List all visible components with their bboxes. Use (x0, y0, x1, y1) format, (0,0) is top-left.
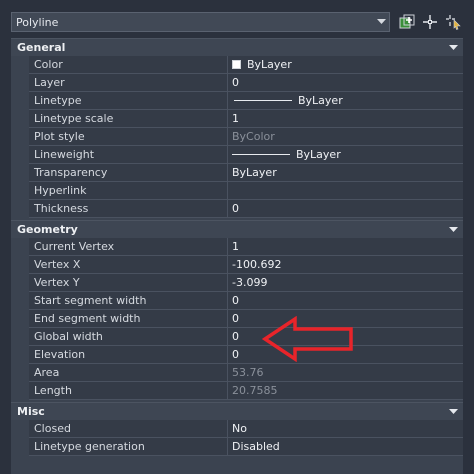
select-objects-icon[interactable] (421, 13, 439, 31)
property-row-vertex-y[interactable]: Vertex Y -3.099 (11, 274, 463, 292)
property-row-color[interactable]: Color ByLayer (11, 56, 463, 74)
annotation-arrow-icon (262, 316, 353, 362)
property-value[interactable]: 1 (228, 110, 463, 128)
property-row-linetype[interactable]: Linetype ByLayer (11, 92, 463, 110)
property-value: 53.76 (228, 364, 463, 382)
property-label: Global width (29, 328, 228, 346)
property-label: Color (29, 56, 228, 74)
property-row-start-segment-width[interactable]: Start segment width 0 (11, 292, 463, 310)
property-value[interactable]: No (228, 420, 463, 438)
property-value[interactable]: 0 (228, 292, 463, 310)
properties-toolbar: Polyline (0, 0, 474, 38)
property-label: Lineweight (29, 146, 228, 164)
property-row-transparency[interactable]: Transparency ByLayer (11, 164, 463, 182)
property-value[interactable]: 1 (228, 238, 463, 256)
property-label: Linetype generation (29, 438, 228, 456)
section-title: Misc (17, 405, 45, 418)
property-value-text: ByLayer (296, 148, 341, 161)
property-row-linetype-scale[interactable]: Linetype scale 1 (11, 110, 463, 128)
property-row-plot-style[interactable]: Plot style ByColor (11, 128, 463, 146)
property-row-lineweight[interactable]: Lineweight ByLayer (11, 146, 463, 164)
property-value[interactable]: -3.099 (228, 274, 463, 292)
property-value: 20.7585 (228, 382, 463, 400)
property-row-vertex-x[interactable]: Vertex X -100.692 (11, 256, 463, 274)
object-type-dropdown[interactable]: Polyline (11, 12, 390, 32)
property-value-text: ByLayer (298, 94, 343, 107)
property-value[interactable]: 0 (228, 74, 463, 92)
chevron-down-icon (373, 19, 389, 25)
property-label: Linetype (29, 92, 228, 110)
property-label: Plot style (29, 128, 228, 146)
property-label: Length (29, 382, 228, 400)
property-row-end-segment-width[interactable]: End segment width 0 (11, 310, 463, 328)
section-header-general[interactable]: General (11, 38, 463, 56)
property-label: Vertex Y (29, 274, 228, 292)
property-row-elevation[interactable]: Elevation 0 (11, 346, 463, 364)
section-header-misc[interactable]: Misc (11, 402, 463, 420)
property-row-current-vertex[interactable]: Current Vertex 1 (11, 238, 463, 256)
quick-select-icon[interactable] (444, 13, 462, 31)
property-value[interactable]: ByLayer (228, 56, 463, 74)
collapse-icon[interactable] (443, 408, 463, 415)
property-row-closed[interactable]: Closed No (11, 420, 463, 438)
property-label: Elevation (29, 346, 228, 364)
property-value[interactable]: Disabled (228, 438, 463, 456)
property-value[interactable] (228, 182, 463, 200)
property-row-hyperlink[interactable]: Hyperlink (11, 182, 463, 200)
collapse-icon[interactable] (443, 226, 463, 233)
property-label: End segment width (29, 310, 228, 328)
property-label: Transparency (29, 164, 228, 182)
property-value[interactable]: -100.692 (228, 256, 463, 274)
property-row-global-width[interactable]: Global width 0 (11, 328, 463, 346)
linetype-preview-icon (234, 100, 292, 101)
property-value: ByColor (228, 128, 463, 146)
property-row-thickness[interactable]: Thickness 0 (11, 200, 463, 218)
section-header-geometry[interactable]: Geometry (11, 220, 463, 238)
section-title: Geometry (17, 223, 78, 236)
property-value[interactable]: ByLayer (228, 92, 463, 110)
property-label: Closed (29, 420, 228, 438)
property-row-length[interactable]: Length 20.7585 (11, 382, 463, 400)
property-value[interactable]: ByLayer (228, 164, 463, 182)
property-value[interactable]: ByLayer (228, 146, 463, 164)
property-label: Linetype scale (29, 110, 228, 128)
property-label: Start segment width (29, 292, 228, 310)
toggle-pickadd-icon[interactable] (398, 13, 416, 31)
property-row-layer[interactable]: Layer 0 (11, 74, 463, 92)
property-row-linetype-generation[interactable]: Linetype generation Disabled (11, 438, 463, 456)
property-label: Thickness (29, 200, 228, 218)
property-label: Vertex X (29, 256, 228, 274)
property-label: Current Vertex (29, 238, 228, 256)
section-title: General (17, 41, 66, 54)
lineweight-preview-icon (232, 154, 290, 155)
property-value[interactable]: 0 (228, 200, 463, 218)
collapse-icon[interactable] (443, 44, 463, 51)
property-row-area[interactable]: Area 53.76 (11, 364, 463, 382)
property-label: Area (29, 364, 228, 382)
properties-panel: General Color ByLayer Layer 0 Linetype B… (11, 38, 463, 474)
property-value-text: ByLayer (247, 58, 292, 71)
color-swatch-icon (232, 60, 241, 69)
object-type-value: Polyline (16, 15, 59, 29)
property-label: Hyperlink (29, 182, 228, 200)
property-label: Layer (29, 74, 228, 92)
